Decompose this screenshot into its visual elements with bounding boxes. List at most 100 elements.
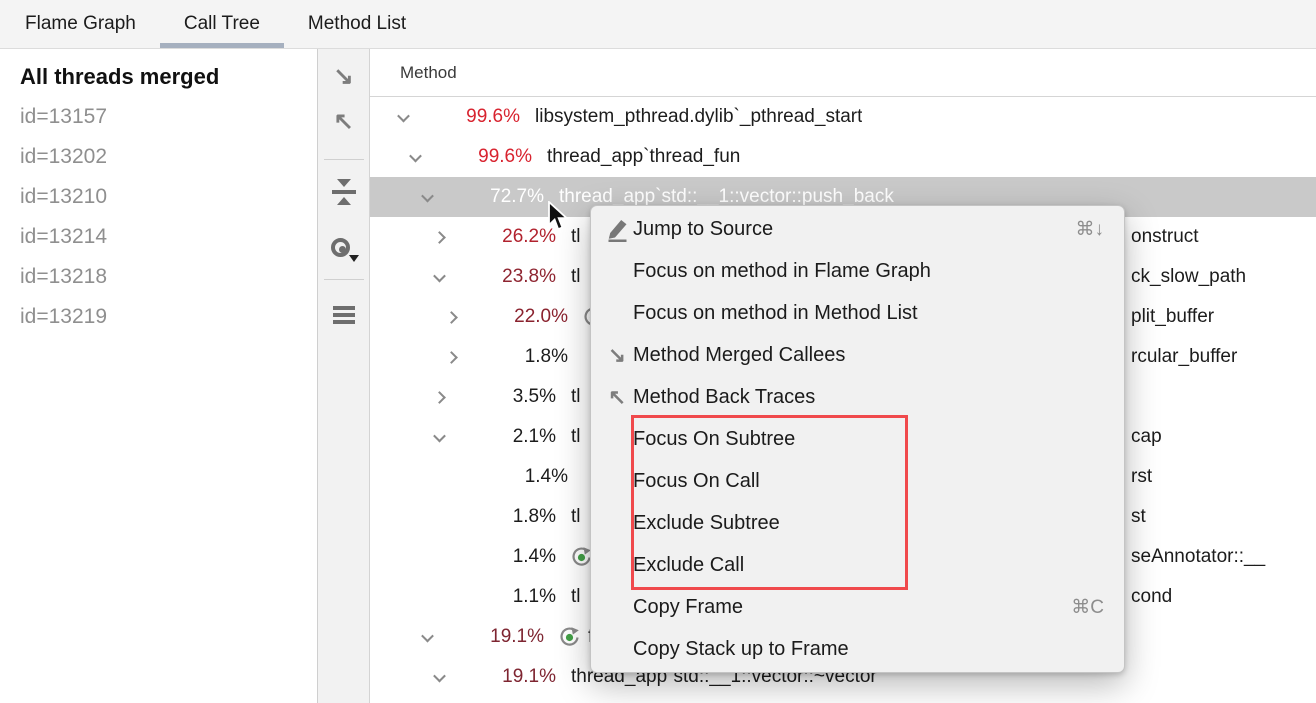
tree-toggle[interactable] [414, 193, 440, 202]
method-name-tail: st [1131, 497, 1146, 537]
menu-item-label: Focus on method in Method List [633, 302, 918, 325]
tree-toggle[interactable] [426, 433, 452, 442]
chevron-down-icon [433, 429, 446, 442]
menu-item-label: Exclude Subtree [633, 512, 780, 535]
thread-sidebar: All threads mergedid=13157id=13202id=132… [0, 49, 318, 703]
tree-toggle[interactable] [390, 113, 416, 122]
tree-toggle[interactable] [426, 233, 452, 242]
threads-merged-header[interactable]: All threads merged [0, 57, 317, 97]
tab-flame-graph[interactable]: Flame Graph [1, 0, 160, 48]
method-name-tail: onstruct [1131, 217, 1199, 257]
collapse-all-icon [332, 179, 356, 205]
tree-toggle[interactable] [402, 153, 428, 162]
method-name: tl [571, 226, 581, 248]
thread-list-item[interactable]: id=13157 [0, 97, 317, 137]
chevron-down-icon [421, 629, 434, 642]
profiler-window: Flame Graph Call Tree Method List All thre… [0, 0, 1316, 703]
indent-spacer [390, 197, 414, 198]
method-name: libsystem_pthread.dylib`_pthread_start [535, 106, 862, 128]
indent-spacer [390, 557, 426, 558]
context-menu-item[interactable]: Copy Stack up to Frame [591, 628, 1124, 670]
tab-label: Flame Graph [25, 13, 136, 35]
pencil-icon-slot [601, 217, 633, 242]
percent-value: 22.0% [464, 306, 568, 328]
chevron-down-icon [397, 109, 410, 122]
back-traces-icon: ↖ [333, 110, 353, 134]
dropdown-caret-icon [349, 255, 359, 262]
recursion-icon-wrap [559, 627, 580, 648]
toolbar-separator [324, 279, 364, 280]
menu-item-label: Focus On Call [633, 470, 760, 493]
indent-spacer [390, 157, 402, 158]
menu-item-shortcut: ⌘↓ [1076, 218, 1105, 241]
context-menu-item[interactable]: Focus on method in Method List [591, 292, 1124, 334]
thread-list-item[interactable]: id=13214 [0, 217, 317, 257]
method-name: tl [571, 586, 581, 608]
view-options-button[interactable] [318, 235, 370, 263]
collapse-all-button[interactable] [318, 178, 370, 206]
context-menu-item[interactable]: Exclude Call [591, 544, 1124, 586]
context-menu-item[interactable]: Jump to Source⌘↓ [591, 208, 1124, 250]
indent-spacer [390, 277, 426, 278]
back-traces-button[interactable]: ↖ [318, 108, 370, 136]
percent-value: 26.2% [452, 226, 556, 248]
method-name-tail: ck_slow_path [1131, 257, 1246, 297]
method-name: tl [571, 386, 581, 408]
merged-callees-icon-slot: ↘ [601, 343, 633, 368]
tree-toggle[interactable] [426, 673, 452, 682]
percent-value: 99.6% [428, 146, 532, 168]
method-column-header[interactable]: Method [370, 49, 1316, 97]
context-menu: Jump to Source⌘↓Focus on method in Flame… [590, 205, 1125, 673]
context-menu-item[interactable]: Exclude Subtree [591, 502, 1124, 544]
merged-callees-icon: ↘ [608, 343, 626, 368]
table-row[interactable]: 99.6%thread_app`thread_fun [370, 137, 1316, 177]
percent-value: 1.4% [464, 466, 568, 488]
percent-value: 99.6% [416, 106, 520, 128]
thread-list-item[interactable]: id=13218 [0, 257, 317, 297]
thread-list-item[interactable]: id=13210 [0, 177, 317, 217]
tree-toggle[interactable] [438, 313, 464, 322]
recursion-icon [559, 627, 580, 648]
chevron-right-icon [445, 351, 458, 364]
context-menu-item[interactable]: Copy Frame⌘C [591, 586, 1124, 628]
tab-label: Call Tree [184, 13, 260, 35]
context-menu-item[interactable]: Focus On Subtree [591, 418, 1124, 460]
method-name-tail: cap [1131, 417, 1162, 457]
percent-value: 72.7% [440, 186, 544, 208]
tree-toggle[interactable] [426, 273, 452, 282]
menu-item-label: Copy Frame [633, 596, 743, 619]
tree-toggle[interactable] [426, 393, 452, 402]
tree-toggle[interactable] [414, 633, 440, 642]
percent-value: 1.8% [452, 506, 556, 528]
thread-list-item[interactable]: id=13219 [0, 297, 317, 337]
indent-spacer [390, 357, 438, 358]
thread-list-item[interactable]: id=13202 [0, 137, 317, 177]
chevron-right-icon [433, 231, 446, 244]
method-name: tl [571, 506, 581, 528]
view-options-icon [329, 236, 359, 262]
merged-callees-button[interactable]: ↘ [318, 63, 370, 91]
chevron-right-icon [433, 391, 446, 404]
context-menu-item[interactable]: ↘Method Merged Callees [591, 334, 1124, 376]
context-menu-item[interactable]: Focus On Call [591, 460, 1124, 502]
table-row[interactable]: 99.6% libsystem_pthread.dylib`_pthread_st… [370, 97, 1316, 137]
list-view-button[interactable] [318, 301, 370, 329]
tree-toggle[interactable] [438, 353, 464, 362]
list-view-icon [333, 306, 355, 310]
method-name: tl [571, 266, 581, 288]
percent-value: 1.8% [464, 346, 568, 368]
context-menu-item[interactable]: ↖Method Back Traces [591, 376, 1124, 418]
toolbar-separator [324, 159, 364, 160]
menu-item-label: Method Back Traces [633, 386, 815, 409]
method-name-tail: plit_buffer [1131, 297, 1214, 337]
recursion-icon-wrap [571, 547, 592, 568]
method-name-tail: rst [1131, 457, 1152, 497]
indent-spacer [390, 597, 426, 598]
tab-method-list[interactable]: Method List [284, 0, 430, 48]
tab-call-tree[interactable]: Call Tree [160, 0, 284, 48]
context-menu-item[interactable]: Focus on method in Flame Graph [591, 250, 1124, 292]
merged-callees-icon: ↘ [333, 65, 353, 89]
indent-spacer [390, 397, 426, 398]
method-name-tail: rcular_buffer [1131, 337, 1237, 377]
method-name: tl [571, 426, 581, 448]
